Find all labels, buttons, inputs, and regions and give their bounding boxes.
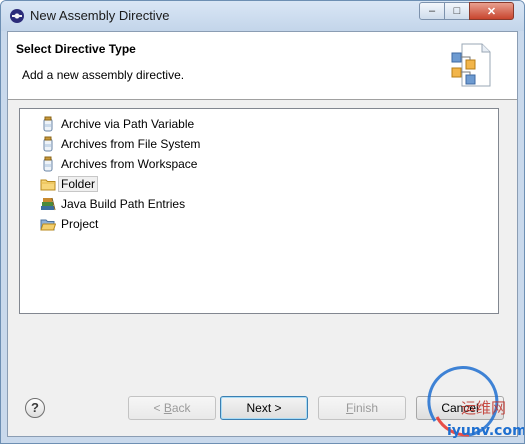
jar-icon [40, 136, 56, 152]
assembly-wizard-icon [451, 43, 491, 87]
back-button-prefix: < [153, 401, 164, 415]
minimize-button[interactable]: – [419, 2, 445, 20]
finish-button[interactable]: Finish [318, 396, 406, 420]
page-title: Select Directive Type [16, 42, 136, 56]
back-button-rest: ack [171, 401, 191, 415]
page-description: Add a new assembly directive. [22, 68, 185, 82]
window-title: New Assembly Directive [30, 8, 170, 23]
list-item-label: Archives from Workspace [61, 157, 198, 171]
list-item-archive-via-path-variable[interactable]: Archive via Path Variable [40, 115, 197, 133]
list-item-label: Folder [58, 176, 99, 192]
list-item-archives-from-file-system[interactable]: Archives from File System [40, 135, 203, 153]
cancel-button[interactable]: Cancel [416, 396, 504, 420]
list-item-java-build-path-entries[interactable]: Java Build Path Entries [40, 195, 188, 213]
back-button[interactable]: < Back [128, 396, 216, 420]
jar-icon [40, 156, 56, 172]
title-bar[interactable]: New Assembly Directive – □ ✕ [1, 1, 524, 31]
next-button[interactable]: Next > [220, 396, 308, 420]
eclipse-icon [10, 9, 24, 23]
list-item-project[interactable]: Project [40, 215, 101, 233]
library-icon [40, 196, 56, 212]
close-button[interactable]: ✕ [469, 2, 514, 20]
dialog-window: New Assembly Directive – □ ✕ Select Dire… [0, 0, 525, 444]
finish-button-rest: inish [353, 401, 379, 415]
list-item-label: Archives from File System [61, 137, 201, 151]
content-area: Archive via Path Variable Archives from … [8, 100, 517, 390]
directive-type-list[interactable]: Archive via Path Variable Archives from … [19, 108, 499, 314]
finish-button-mnemonic: F [345, 401, 354, 415]
list-item-label: Archive via Path Variable [61, 117, 195, 131]
back-button-mnemonic: B [163, 401, 172, 415]
wizard-header: Select Directive Type Add a new assembly… [8, 32, 517, 100]
project-folder-icon [40, 216, 56, 232]
list-item-archives-from-workspace[interactable]: Archives from Workspace [40, 155, 200, 173]
help-icon[interactable]: ? [25, 398, 45, 418]
maximize-button[interactable]: □ [444, 2, 470, 20]
dialog-body: Select Directive Type Add a new assembly… [7, 31, 518, 437]
folder-icon [40, 176, 56, 192]
button-bar: ? < Back Next > Finish Cancel [8, 390, 517, 436]
jar-icon [40, 116, 56, 132]
list-item-label: Project [61, 217, 99, 231]
list-item-folder[interactable]: Folder [40, 175, 99, 193]
list-item-label: Java Build Path Entries [61, 197, 186, 211]
